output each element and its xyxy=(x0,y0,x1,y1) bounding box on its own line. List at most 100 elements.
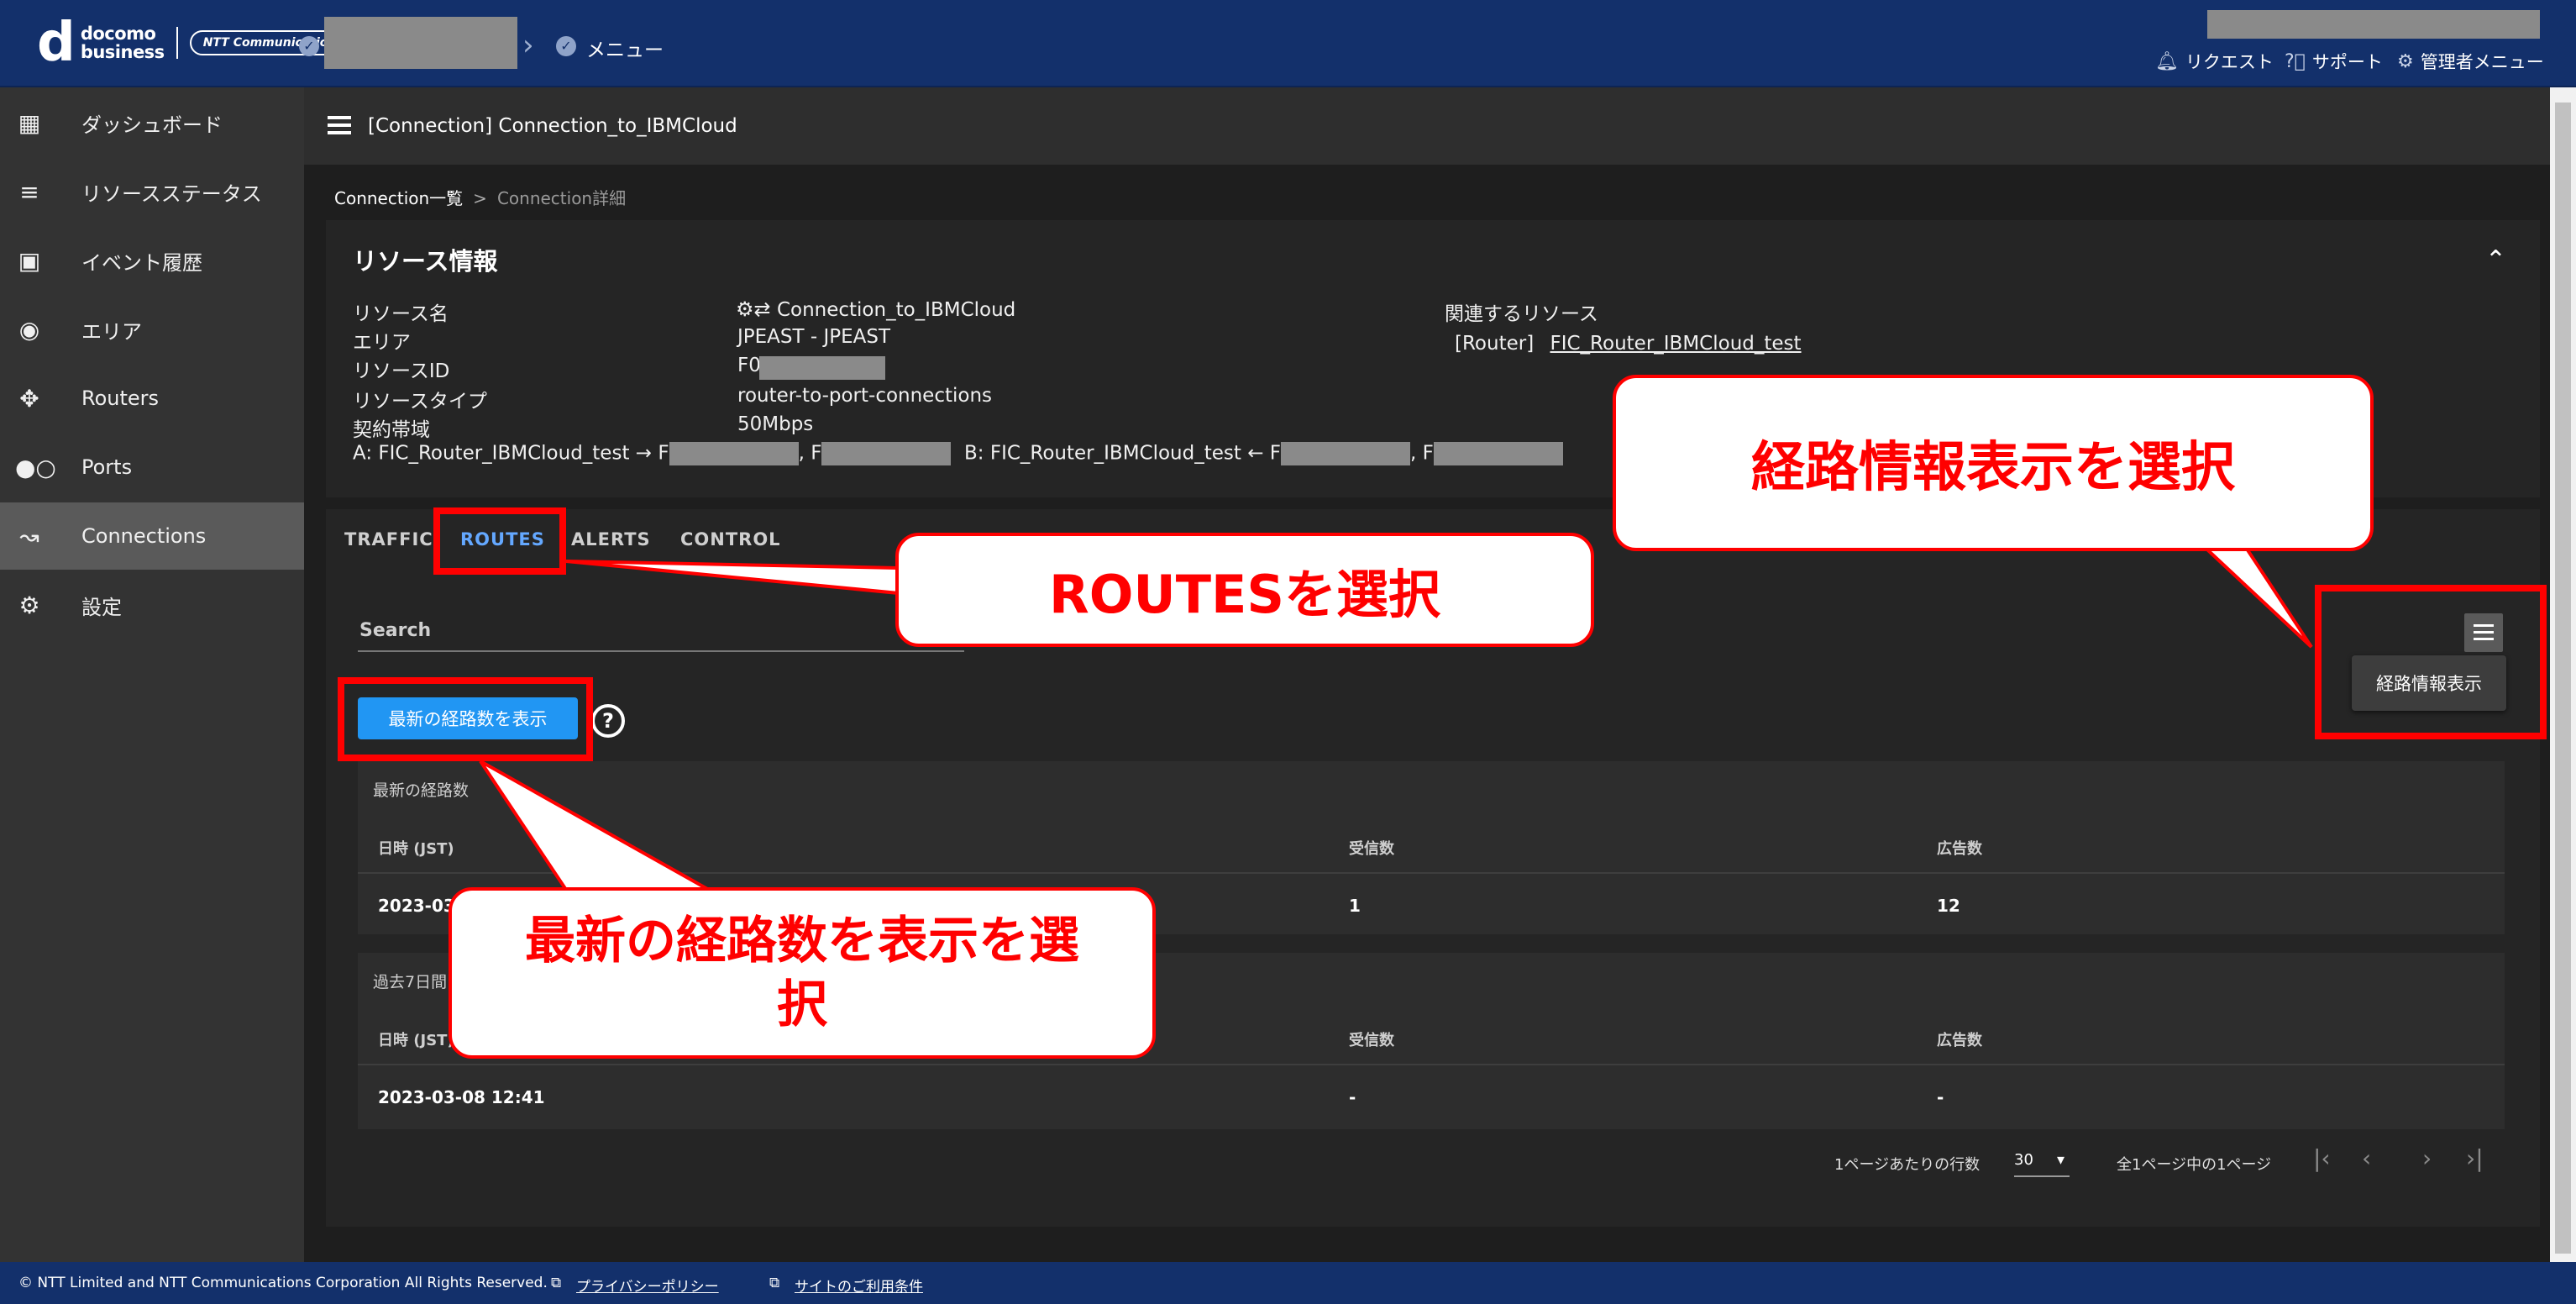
redacted-tenant-name[interactable] xyxy=(324,17,517,69)
sidebar-item-area[interactable]: ◉ エリア xyxy=(0,296,304,363)
gear-icon: ⚙ xyxy=(2397,50,2414,72)
check-icon: ✓ xyxy=(299,36,319,56)
last-page-icon[interactable]: ›| xyxy=(2466,1144,2484,1172)
breadcrumb: Connection一覧 > Connection詳細 xyxy=(334,188,627,208)
brand-bottom: business xyxy=(80,42,165,62)
redacted-id xyxy=(759,356,885,380)
redacted-b2 xyxy=(1433,442,1563,465)
caret-down-icon: ▾ xyxy=(2056,1151,2064,1169)
value-resource-type: router-to-port-connections xyxy=(737,385,993,407)
label-resource-name: リソース名 xyxy=(353,303,449,325)
admin-menu-link[interactable]: ⚙ 管理者メニュー xyxy=(2397,49,2544,74)
table-row-received: - xyxy=(1349,1087,1356,1107)
footer: © NTT Limited and NTT Communications Cor… xyxy=(0,1262,2576,1304)
label-area: エリア xyxy=(353,332,411,354)
router-icon: ✥ xyxy=(19,384,39,413)
table-row-received: 1 xyxy=(1349,896,1361,916)
label-related-resources: 関連するリソース xyxy=(1445,303,1598,325)
resource-info-title: リソース情報 xyxy=(353,247,498,276)
sidebar: ▦ ダッシュボード ≡ リソースステータス ▣ イベント履歴 ◉ エリア ✥ R… xyxy=(0,87,304,1262)
col-received: 受信数 xyxy=(1349,1032,1394,1049)
gear-icon: ⚙ xyxy=(18,591,40,619)
copyright: © NTT Limited and NTT Communications Cor… xyxy=(18,1275,548,1291)
redacted-user-info xyxy=(2207,10,2540,39)
top-header: d docomo business NTT Communications ✓ ›… xyxy=(0,0,2576,87)
hamburger-icon[interactable] xyxy=(328,116,351,134)
col-advertised: 広告数 xyxy=(1937,840,1982,858)
scrollbar[interactable] xyxy=(2550,87,2576,1262)
main-header: [Connection] Connection_to_IBMCloud xyxy=(304,87,2550,165)
highlight-routes-tab xyxy=(433,507,566,575)
redacted-a1 xyxy=(669,442,799,465)
globe-icon: ◉ xyxy=(18,315,40,344)
rows-per-page-select[interactable]: 30 ▾ xyxy=(2014,1151,2070,1177)
table-row-datetime: 2023-03-08 12:41 xyxy=(378,1087,545,1107)
history-table-caption: 過去7日間 xyxy=(373,973,448,991)
sidebar-item-resource-status[interactable]: ≡ リソースステータス xyxy=(0,158,304,225)
check-icon: ✓ xyxy=(556,36,576,56)
connection-icon: ↝ xyxy=(19,522,39,550)
table-row-advertised: - xyxy=(1937,1087,1944,1107)
connection-type-icon: ⚙⇄ xyxy=(736,297,771,321)
col-datetime: 日時 (JST) xyxy=(378,1032,454,1049)
callout-route-info: 経路情報表示を選択 xyxy=(1613,375,2374,551)
tab-control[interactable]: CONTROL xyxy=(680,529,781,549)
col-received: 受信数 xyxy=(1349,840,1394,858)
value-resource-id: F0 xyxy=(737,355,885,380)
status-list-icon: ≡ xyxy=(19,177,39,206)
calendar-icon: ▣ xyxy=(18,246,41,275)
related-router-link[interactable]: FIC_Router_IBMCloud_test xyxy=(1550,333,1801,355)
sidebar-item-ports[interactable]: ●○ Ports xyxy=(0,434,304,501)
next-page-icon[interactable]: › xyxy=(2422,1144,2432,1172)
menu-link[interactable]: メニュー xyxy=(586,34,664,62)
callout-routes: ROUTESを選択 xyxy=(895,533,1594,647)
callout-latest: 最新の経路数を表示を選択 xyxy=(449,887,1156,1059)
redacted-b1 xyxy=(1281,442,1411,465)
sidebar-item-dashboard[interactable]: ▦ ダッシュボード xyxy=(0,89,304,156)
sidebar-item-connections[interactable]: ↝ Connections xyxy=(0,502,304,570)
endpoint-b: B: FIC_Router_IBMCloud_test ← F, F xyxy=(964,442,1563,465)
external-link-icon: ⧉ xyxy=(769,1275,780,1291)
support-link[interactable]: ?⃝ サポート xyxy=(2285,49,2383,74)
label-resource-type: リソースタイプ xyxy=(353,391,487,413)
bell-icon: 🔔︎ xyxy=(2155,50,2179,72)
chevron-up-icon[interactable]: ⌃ xyxy=(2485,245,2506,275)
col-advertised: 広告数 xyxy=(1937,1032,1982,1049)
breadcrumb-parent[interactable]: Connection一覧 xyxy=(334,188,463,208)
sidebar-item-routers[interactable]: ✥ Routers xyxy=(0,365,304,432)
value-bandwidth: 50Mbps xyxy=(737,413,814,435)
label-bandwidth: 契約帯域 xyxy=(353,419,430,441)
highlight-route-menu xyxy=(2315,585,2547,739)
search-label: Search xyxy=(359,620,432,641)
port-icon: ●○ xyxy=(15,453,56,481)
chevron-right-icon: › xyxy=(522,29,534,62)
related-router: [Router] FIC_Router_IBMCloud_test xyxy=(1455,333,1802,355)
first-page-icon[interactable]: |‹ xyxy=(2313,1144,2331,1172)
help-icon[interactable]: ? xyxy=(591,704,625,738)
brand-top: docomo xyxy=(80,24,156,44)
value-area: JPEAST - JPEAST xyxy=(737,326,891,348)
privacy-link[interactable]: プライバシーポリシー xyxy=(576,1275,719,1296)
latest-table-caption: 最新の経路数 xyxy=(373,781,470,800)
tab-alerts[interactable]: ALERTS xyxy=(571,529,651,549)
rows-per-page-label: 1ページあたりの行数 xyxy=(1834,1156,1981,1174)
page-title: [Connection] Connection_to_IBMCloud xyxy=(368,115,737,137)
table-row-advertised: 12 xyxy=(1937,896,1960,916)
endpoint-a: A: FIC_Router_IBMCloud_test → F, F xyxy=(353,442,952,465)
help-circle-icon: ?⃝ xyxy=(2285,50,2306,72)
breadcrumb-current: Connection詳細 xyxy=(496,188,627,208)
search-input[interactable] xyxy=(358,650,964,652)
request-link[interactable]: 🔔︎ リクエスト xyxy=(2155,49,2274,74)
terms-link[interactable]: サイトのご利用条件 xyxy=(795,1275,923,1296)
tab-traffic[interactable]: TRAFFIC xyxy=(344,529,433,549)
external-link-icon: ⧉ xyxy=(551,1275,562,1291)
grid-icon: ▦ xyxy=(18,108,41,137)
redacted-a2 xyxy=(821,442,952,465)
sidebar-item-event-history[interactable]: ▣ イベント履歴 xyxy=(0,227,304,294)
highlight-latest-button xyxy=(338,677,593,761)
prev-page-icon[interactable]: ‹ xyxy=(2362,1144,2371,1172)
col-datetime: 日時 (JST) xyxy=(378,840,454,858)
value-resource-name: ⚙⇄ Connection_to_IBMCloud xyxy=(736,297,1016,321)
label-resource-id: リソースID xyxy=(353,360,450,382)
sidebar-item-settings[interactable]: ⚙ 設定 xyxy=(0,571,304,639)
